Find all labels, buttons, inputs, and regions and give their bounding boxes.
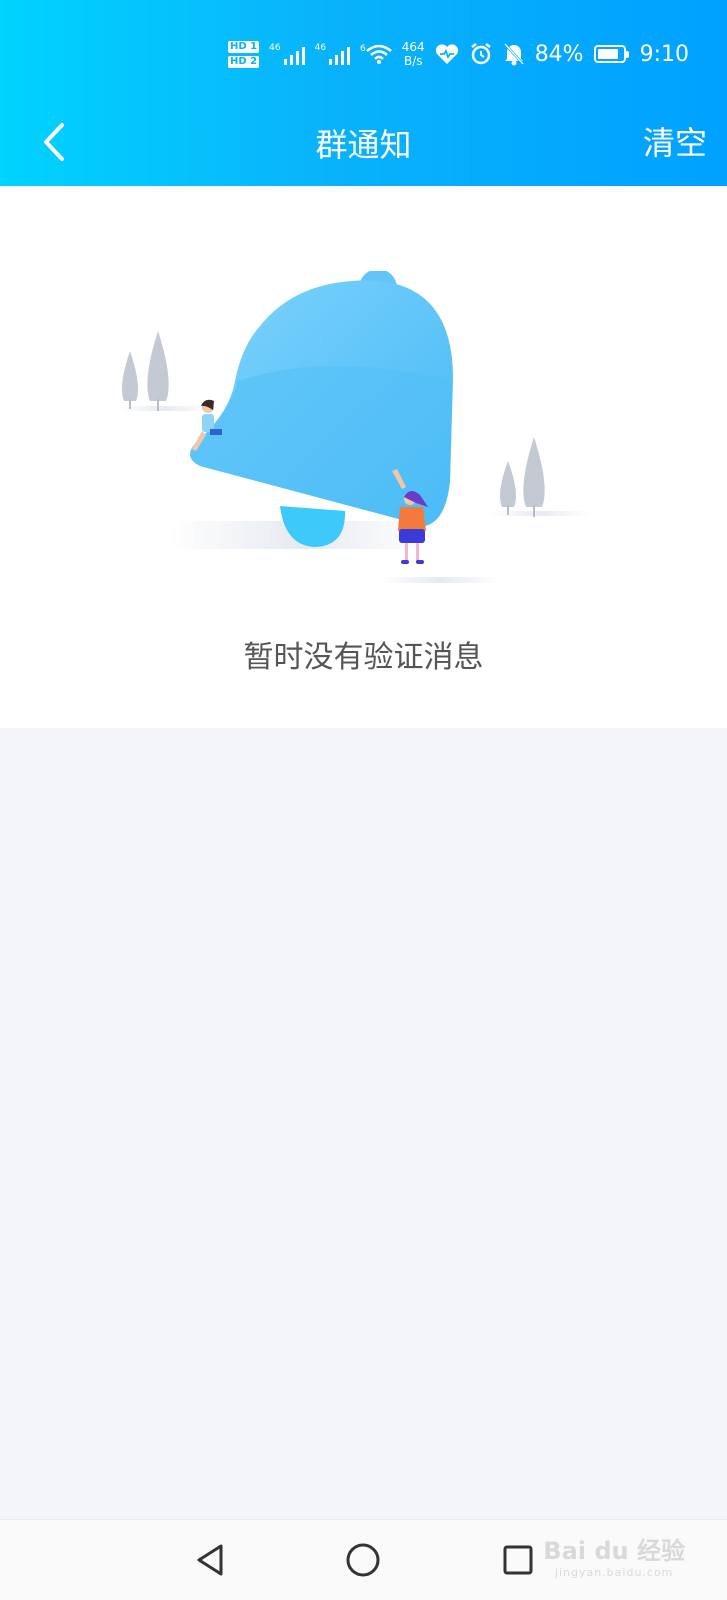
clock: 9:10 [639, 41, 689, 67]
system-nav-bar: Bai du 经验 jingyan.baidu.com [0, 1519, 727, 1600]
nav-recents-button[interactable] [494, 1536, 542, 1584]
mute-bell-icon [503, 43, 524, 66]
bell-illustration [120, 271, 590, 583]
clear-button[interactable]: 清空 [643, 118, 707, 164]
nav-home-button[interactable] [339, 1536, 387, 1584]
signal-2-label: 46 [314, 43, 327, 53]
empty-state: 暂时没有验证消息 [0, 186, 727, 728]
hd2-badge: HD 2 [228, 55, 260, 68]
square-recents-icon [503, 1545, 533, 1575]
watermark-brand: Bai du 经验 [543, 1537, 685, 1565]
page-title: 群通知 [315, 126, 412, 164]
net-speed-value: 464 [401, 40, 425, 54]
hd1-badge: HD 1 [228, 40, 260, 53]
wifi-icon: 6 [360, 44, 392, 64]
alarm-icon [470, 43, 491, 65]
triangle-back-icon [197, 1544, 223, 1576]
status-bar: HD 1 HD 2 46 46 6 464 B/s 84% 9:10 [0, 0, 727, 100]
empty-message: 暂时没有验证消息 [243, 640, 484, 675]
baidu-watermark: Bai du 经验 jingyan.baidu.com [543, 1537, 685, 1584]
hd-badges: HD 1 HD 2 [228, 40, 260, 68]
battery-percent: 84% [534, 41, 584, 67]
circle-home-icon [346, 1543, 380, 1577]
nav-back-button[interactable] [186, 1536, 234, 1584]
heart-icon [435, 44, 458, 64]
signal-2-icon: 46 [314, 43, 351, 65]
status-icons: HD 1 HD 2 46 46 6 464 B/s 84% 9:10 [228, 36, 689, 72]
nav-bar: 群通知 清空 [0, 100, 727, 186]
battery-icon [593, 45, 629, 63]
signal-1-icon: 46 [269, 43, 305, 65]
app-header: HD 1 HD 2 46 46 6 464 B/s 84% 9:10 群通知 清… [0, 0, 727, 186]
signal-1-label: 46 [269, 43, 281, 53]
watermark-url: jingyan.baidu.com [554, 1566, 674, 1579]
net-speed-unit: B/s [403, 54, 423, 68]
net-speed: 464 B/s [402, 40, 425, 68]
